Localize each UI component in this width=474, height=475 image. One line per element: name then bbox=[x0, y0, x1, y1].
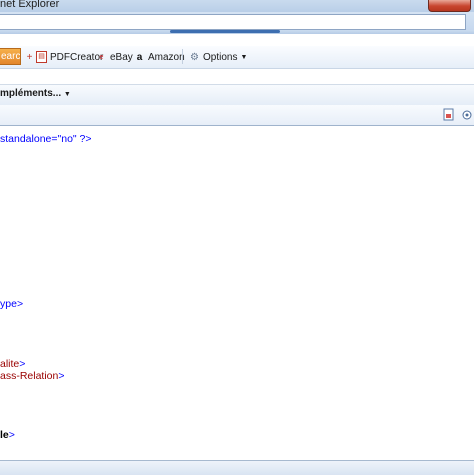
complements-label: mpléments... bbox=[0, 88, 62, 99]
xml-document-view: standalone="no" ?> ype> alite> ass-Relat… bbox=[0, 126, 474, 460]
chevron-down-icon: ▼ bbox=[240, 53, 248, 61]
xml-closing-tag-line: alite> bbox=[0, 358, 26, 370]
link-ebay-label: eBay bbox=[110, 51, 133, 63]
options-menu[interactable]: ⚙ Options ▼ bbox=[189, 50, 247, 64]
close-button[interactable] bbox=[428, 0, 471, 12]
link-amazon-label: Amazon bbox=[148, 51, 185, 63]
add-link-icon[interactable]: + bbox=[24, 50, 35, 64]
link-amazon[interactable]: a Amazon bbox=[134, 50, 185, 64]
link-ebay[interactable]: e eBay bbox=[96, 50, 133, 64]
xml-closing-tag-line: le> bbox=[0, 429, 15, 441]
xml-closing-tag-line: ass-Relation> bbox=[0, 370, 65, 382]
search-label: earch bbox=[1, 51, 21, 62]
gear-icon: ⚙ bbox=[190, 51, 199, 63]
page-icon[interactable] bbox=[443, 108, 455, 121]
chevron-down-icon: ▼ bbox=[63, 91, 71, 98]
pdf-icon: ▤ bbox=[36, 51, 47, 63]
search-button[interactable]: earch bbox=[0, 48, 21, 65]
links-bar: earch + ▤ PDFCreator e eBay a Amazon ⚙ O… bbox=[0, 46, 474, 69]
tab-indicator bbox=[170, 30, 280, 33]
ebay-icon: e bbox=[99, 53, 104, 61]
options-label: Options bbox=[203, 51, 238, 63]
xml-closing-tag-line: ype> bbox=[0, 298, 24, 310]
command-bar: mpléments... ▼ bbox=[0, 84, 474, 106]
tools-icon[interactable] bbox=[461, 108, 473, 121]
page-tool-row bbox=[0, 105, 474, 126]
complements-menu[interactable]: mpléments... ▼ bbox=[0, 88, 71, 99]
link-pdfcreator[interactable]: ▤ PDFCreator bbox=[36, 50, 103, 64]
address-input[interactable] bbox=[0, 14, 466, 30]
window-title: net Explorer bbox=[0, 0, 60, 10]
title-bar: net Explorer bbox=[0, 0, 474, 12]
separator bbox=[182, 49, 183, 64]
amazon-icon: a bbox=[136, 51, 143, 63]
status-bar bbox=[0, 460, 474, 475]
xml-declaration-line: standalone="no" ?> bbox=[0, 133, 92, 145]
